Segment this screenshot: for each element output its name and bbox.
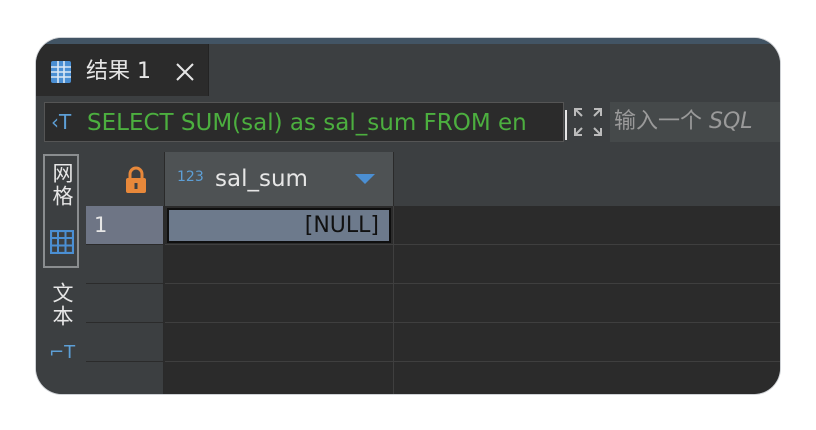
row-number-empty — [86, 245, 164, 284]
table-row-empty — [165, 323, 780, 362]
table-row-empty — [165, 284, 780, 323]
grid-view-tab[interactable]: 网格 — [43, 154, 79, 268]
close-icon[interactable] — [174, 61, 196, 83]
results-window: 结果 1 ‹T SELECT SUM(sal) as sal_sum FROM … — [36, 38, 780, 394]
selected-cell-sal-sum[interactable]: [NULL] — [167, 208, 391, 243]
result-grid: 123 sal_sum 1 [NULL] — [86, 152, 780, 394]
text-format-icon: ⌐T — [49, 342, 76, 363]
expand-icon[interactable] — [572, 106, 604, 138]
tab-label: 结果 1 — [86, 59, 151, 84]
sql-bar: ‹T SELECT SUM(sal) as sal_sum FROM en 输入… — [36, 96, 780, 152]
filter-placeholder: 输入一个 SQL — [614, 109, 753, 134]
row-number-empty — [86, 362, 164, 394]
sql-text-icon: ‹T — [51, 110, 72, 134]
column-divider — [393, 206, 394, 394]
table-row-empty — [165, 362, 780, 394]
grid-view-label: 网格 — [50, 162, 74, 208]
column-header-sal-sum[interactable]: 123 sal_sum — [165, 152, 394, 206]
text-view-tab[interactable]: 文本 ⌐T — [43, 282, 79, 392]
lock-icon — [124, 166, 148, 198]
sql-query-field[interactable]: ‹T SELECT SUM(sal) as sal_sum FROM en — [44, 102, 564, 142]
filter-input[interactable]: 输入一个 SQL — [610, 102, 780, 142]
numeric-type-badge: 123 — [177, 169, 204, 185]
header-filler — [394, 152, 780, 206]
row-number-empty — [86, 284, 164, 323]
tab-result-1[interactable]: 结果 1 — [36, 44, 209, 96]
cell-value: [NULL] — [304, 213, 379, 238]
sql-query-text: SELECT SUM(sal) as sal_sum FROM en — [87, 110, 527, 136]
view-mode-sidebar: 网格 文本 ⌐T — [36, 152, 86, 394]
grid-icon — [49, 229, 75, 255]
row-number[interactable]: 1 — [86, 206, 164, 245]
table-grid-icon — [50, 60, 72, 84]
grid-corner[interactable] — [86, 152, 165, 206]
text-cursor — [565, 110, 567, 140]
sort-dropdown-icon[interactable] — [355, 174, 375, 184]
tab-bar: 结果 1 — [36, 38, 780, 96]
row-number-empty — [86, 323, 164, 362]
text-view-label: 文本 — [50, 282, 74, 328]
column-name: sal_sum — [215, 166, 308, 192]
table-row-empty — [165, 245, 780, 284]
